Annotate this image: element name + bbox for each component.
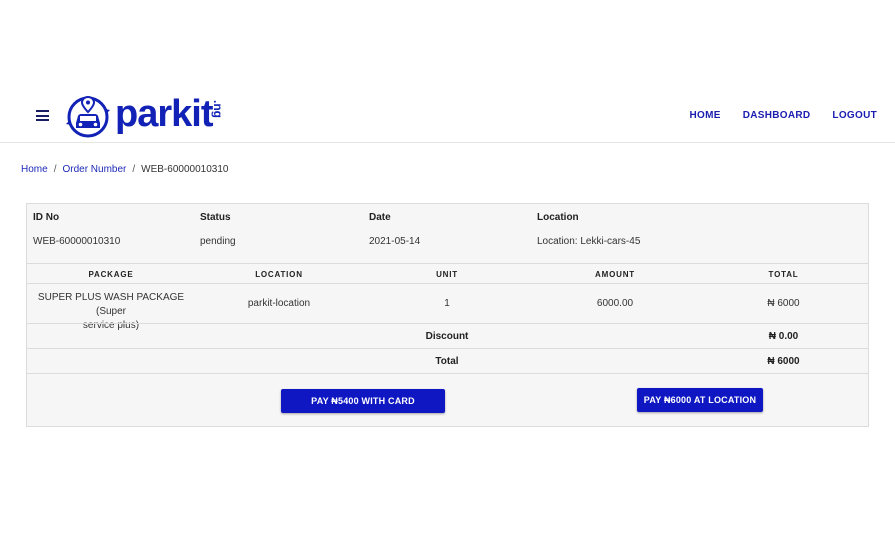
column-package: PACKAGE	[88, 270, 134, 279]
location-header: Location	[537, 212, 579, 223]
menu-icon[interactable]	[36, 110, 49, 121]
status-value: pending	[200, 236, 236, 247]
total-cell: ₦ 6000	[767, 298, 800, 309]
location-cell: parkit-location	[247, 298, 311, 309]
id-no-value: WEB-60000010310	[33, 236, 121, 247]
logo-suffix: .ng	[211, 100, 226, 118]
package-name-line1: SUPER PLUS WASH PACKAGE (Super	[37, 292, 185, 317]
top-nav: HOME DASHBOARD LOGOUT	[690, 110, 877, 121]
total-row: Total ₦ 6000	[27, 348, 868, 373]
nav-logout-link[interactable]: LOGOUT	[832, 110, 877, 121]
column-total: TOTAL	[768, 270, 799, 279]
discount-row: Discount ₦ 0.00	[27, 323, 868, 348]
order-card: ID No Status Date Location WEB-600000103…	[26, 203, 869, 427]
total-value: ₦ 6000	[767, 356, 800, 367]
column-unit: UNIT	[436, 270, 458, 279]
payment-actions: PAY ₦5400 WITH CARD PAY ₦6000 AT LOCATIO…	[27, 373, 868, 427]
total-label: Total	[435, 356, 459, 367]
breadcrumb-separator: /	[132, 164, 136, 175]
breadcrumb-current: WEB-60000010310	[141, 164, 229, 175]
order-info: ID No Status Date Location WEB-600000103…	[27, 204, 868, 264]
unit-cell: 1	[444, 298, 450, 309]
breadcrumb: Home / Order Number / WEB-60000010310	[21, 164, 228, 175]
date-header: Date	[369, 212, 391, 223]
discount-value: ₦ 0.00	[768, 331, 799, 342]
column-location: LOCATION	[255, 270, 303, 279]
location-value: Location: Lekki-cars-45	[537, 236, 641, 247]
amount-cell: 6000.00	[596, 298, 634, 309]
table-row: SUPER PLUS WASH PACKAGE (Super service p…	[27, 283, 868, 331]
table-header-row: PACKAGE LOCATION UNIT AMOUNT TOTAL	[27, 263, 868, 283]
pay-with-card-button[interactable]: PAY ₦5400 WITH CARD	[281, 389, 445, 413]
breadcrumb-order-number-link[interactable]: Order Number	[62, 164, 126, 175]
breadcrumb-home-link[interactable]: Home	[21, 164, 48, 175]
column-amount: AMOUNT	[595, 270, 635, 279]
discount-label: Discount	[425, 331, 469, 342]
date-value: 2021-05-14	[369, 236, 421, 247]
top-header: parkit .ng HOME DASHBOARD LOGOUT	[0, 88, 895, 143]
pay-at-location-button[interactable]: PAY ₦6000 AT LOCATION	[637, 388, 763, 412]
parkit-logo[interactable]: parkit .ng	[63, 92, 227, 140]
id-no-header: ID No	[33, 212, 60, 223]
car-pin-icon	[66, 95, 110, 138]
breadcrumb-separator: /	[53, 164, 57, 175]
status-header: Status	[200, 212, 231, 223]
nav-home-link[interactable]: HOME	[690, 110, 721, 121]
logo-wordmark: parkit	[115, 93, 213, 135]
nav-dashboard-link[interactable]: DASHBOARD	[743, 110, 811, 121]
